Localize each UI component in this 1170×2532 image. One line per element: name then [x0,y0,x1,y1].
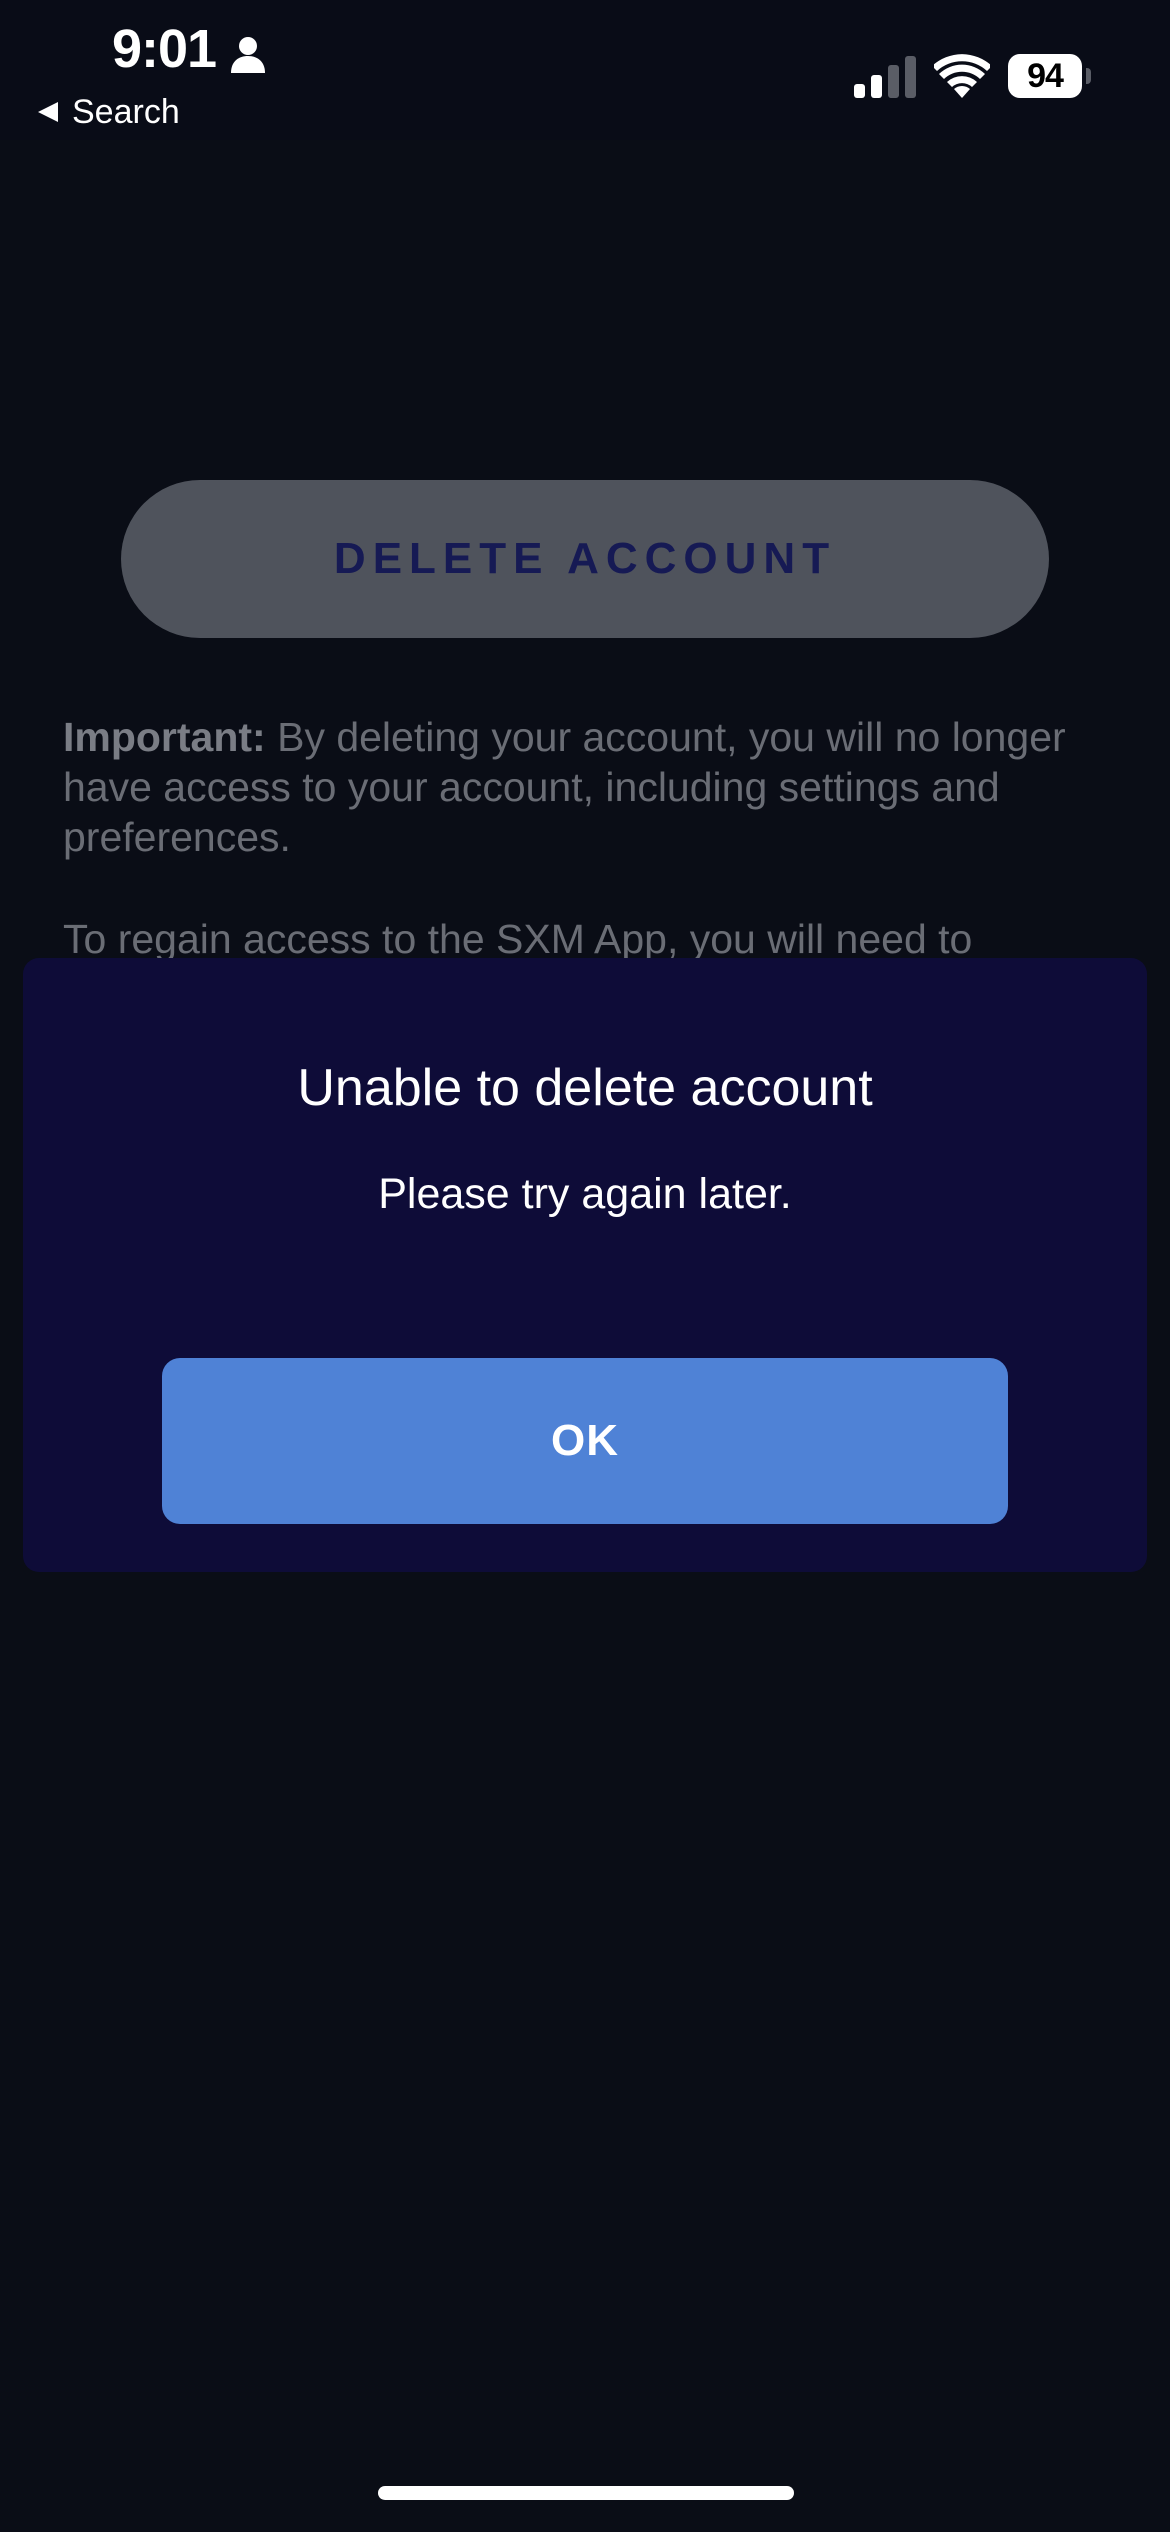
person-icon [231,37,265,73]
battery-nub [1086,68,1091,84]
back-label: Search [72,92,180,131]
status-time: 9:01 [112,19,217,79]
important-notice: Important: By deleting your account, you… [63,712,1113,862]
cellular-signal-icon [854,56,916,98]
back-to-search-button[interactable]: Search [36,90,180,134]
delete-account-button[interactable]: DELETE ACCOUNT [121,480,1049,638]
battery-level: 94 [1008,54,1082,98]
wifi-icon [934,54,990,98]
ok-button[interactable]: OK [162,1358,1008,1524]
important-label: Important: [63,714,266,760]
error-dialog: Unable to delete account Please try agai… [23,958,1147,1572]
back-triangle-icon [38,102,58,122]
status-bar: 9:01 Search 94 [0,0,1170,140]
regain-access-text: To regain access to the SXM App, you wil… [63,916,973,962]
home-indicator[interactable] [378,2486,794,2500]
dialog-title: Unable to delete account [297,1059,873,1117]
dialog-message: Please try again later. [378,1170,792,1218]
battery-icon: 94 [1008,54,1091,98]
